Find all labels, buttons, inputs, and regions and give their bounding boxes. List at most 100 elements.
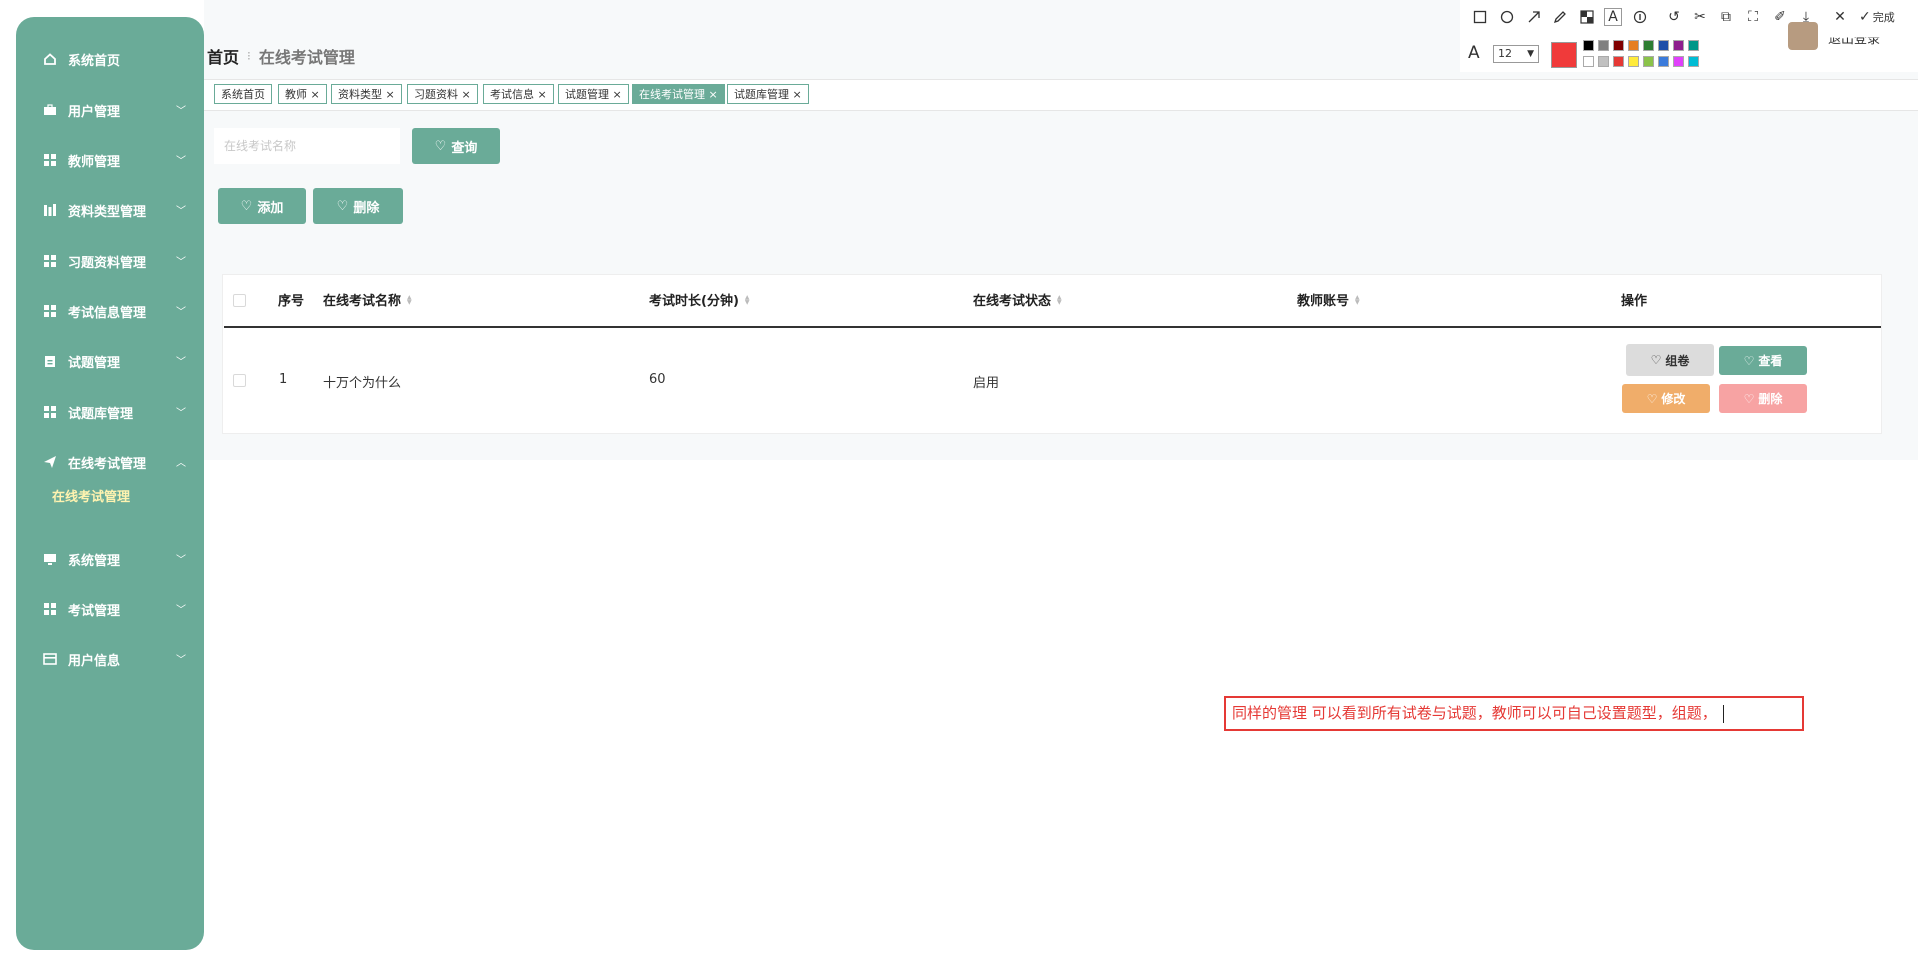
color-swatch[interactable] (1658, 56, 1669, 67)
tag-exercise-material[interactable]: 习题资料 × (407, 84, 478, 104)
text-tool-icon[interactable]: A (1604, 8, 1622, 26)
close-icon[interactable]: × (311, 88, 320, 101)
color-swatch[interactable] (1613, 40, 1624, 51)
chevron-up-icon: ︿ (176, 458, 186, 469)
sidebar-item-teacher-management[interactable]: 教师管理 ﹀ (16, 145, 204, 175)
scissors-icon[interactable]: ✂ (1691, 8, 1709, 26)
annotation-textbox[interactable]: 同样的管理 可以看到所有试卷与试题，教师可以可自己设置题型，组题， (1224, 696, 1804, 731)
number-tool-icon[interactable] (1631, 8, 1649, 26)
sidebar-item-user-management[interactable]: 用户管理 ﹀ (16, 95, 204, 125)
close-icon[interactable]: × (462, 88, 471, 101)
heart-icon: ♡ (434, 138, 447, 154)
arrow-tool-icon[interactable] (1525, 8, 1543, 26)
color-swatch[interactable] (1598, 40, 1609, 51)
grid-icon (43, 405, 57, 419)
tag-label: 教师 (285, 88, 307, 101)
mosaic-tool-icon[interactable] (1578, 8, 1596, 26)
view-button[interactable]: ♡ 查看 (1719, 346, 1807, 375)
delete-button[interactable]: ♡ 删除 (313, 188, 403, 224)
close-icon[interactable]: × (386, 88, 395, 101)
sidebar-item-user-info[interactable]: 用户信息 ﹀ (16, 644, 204, 674)
color-swatch[interactable] (1598, 56, 1609, 67)
header-label: 在线考试名称 (323, 294, 402, 309)
tag-teacher[interactable]: 教师 × (278, 84, 327, 104)
chevron-down-icon: ﹀ (176, 156, 186, 167)
sidebar-subitem-online-exam[interactable]: 在线考试管理 (52, 486, 130, 505)
font-size-select[interactable]: 12 ▼ (1493, 45, 1539, 63)
sort-icon[interactable]: ▲ ▼ (1355, 294, 1360, 305)
color-swatch[interactable] (1613, 56, 1624, 67)
ocr-icon[interactable]: ⛶ (1744, 8, 1762, 26)
cell-status: 启用 (973, 376, 1000, 391)
sidebar-item-label: 用户管理 (68, 104, 121, 120)
color-swatch[interactable] (1628, 56, 1639, 67)
row-checkbox[interactable] (233, 374, 246, 387)
sidebar-item-system-management[interactable]: 系统管理 ﹀ (16, 544, 204, 574)
color-swatch[interactable] (1643, 40, 1654, 51)
tag-exam-info[interactable]: 考试信息 × (483, 84, 554, 104)
color-swatch[interactable] (1583, 56, 1594, 67)
pin-icon[interactable]: ✐ (1771, 8, 1789, 26)
tag-material-type[interactable]: 资料类型 × (331, 84, 402, 104)
color-swatch[interactable] (1673, 40, 1684, 51)
sidebar-item-exercise-material[interactable]: 习题资料管理 ﹀ (16, 246, 204, 276)
row-delete-button[interactable]: ♡ 删除 (1719, 384, 1807, 413)
copy-icon[interactable]: ⧉ (1717, 8, 1735, 26)
sidebar-item-material-type[interactable]: 资料类型管理 ﹀ (16, 195, 204, 225)
edit-button[interactable]: ♡ 修改 (1622, 384, 1710, 413)
color-swatch[interactable] (1688, 40, 1699, 51)
ellipse-tool-icon[interactable] (1498, 8, 1516, 26)
sort-icon[interactable]: ▲ ▼ (1057, 294, 1062, 305)
close-icon[interactable]: × (709, 88, 718, 101)
sidebar-item-label: 考试信息管理 (68, 305, 147, 321)
done-button[interactable]: ✓ 完成 (1859, 8, 1909, 26)
column-header-duration[interactable]: 考试时长(分钟) ▲ ▼ (649, 290, 750, 309)
current-color-swatch[interactable] (1551, 42, 1577, 68)
column-header-name[interactable]: 在线考试名称 ▲ ▼ (323, 290, 412, 309)
search-button[interactable]: ♡ 查询 (412, 128, 500, 164)
sort-icon[interactable]: ▲ ▼ (745, 294, 750, 305)
add-button[interactable]: ♡ 添加 (218, 188, 306, 224)
sidebar-item-home[interactable]: 系统首页 (16, 44, 204, 74)
tag-question-management[interactable]: 试题管理 × (558, 84, 629, 104)
color-swatch[interactable] (1583, 40, 1594, 51)
pencil-tool-icon[interactable] (1551, 8, 1569, 26)
close-icon[interactable]: × (793, 88, 802, 101)
sidebar-item-exam-info[interactable]: 考试信息管理 ﹀ (16, 296, 204, 326)
chevron-down-icon: ﹀ (176, 307, 186, 318)
close-icon[interactable]: × (538, 88, 547, 101)
color-swatch[interactable] (1658, 40, 1669, 51)
tag-home[interactable]: 系统首页 (214, 84, 272, 104)
sidebar-item-online-exam[interactable]: 在线考试管理 ︿ (16, 447, 204, 477)
column-header-teacher[interactable]: 教师账号 ▲ ▼ (1297, 290, 1360, 309)
color-swatch[interactable] (1673, 56, 1684, 67)
sort-icon[interactable]: ▲ ▼ (407, 294, 412, 305)
breadcrumb-home[interactable]: 首页 (207, 44, 239, 68)
card-icon (43, 652, 57, 666)
tag-question-bank[interactable]: 试题库管理 × (727, 84, 809, 104)
sidebar-item-label: 在线考试管理 (68, 456, 147, 472)
header-label: 考试时长(分钟) (649, 294, 739, 309)
compose-paper-button[interactable]: ♡ 组卷 (1626, 344, 1714, 376)
select-all-checkbox[interactable] (233, 294, 246, 307)
header-label: 教师账号 (1297, 294, 1350, 309)
undo-icon[interactable]: ↺ (1665, 8, 1683, 26)
avatar[interactable] (1788, 22, 1818, 50)
column-header-status[interactable]: 在线考试状态 ▲ ▼ (973, 290, 1062, 309)
chevron-down-icon: ﹀ (176, 655, 186, 666)
heart-icon: ♡ (336, 198, 349, 214)
sidebar-item-exam-management[interactable]: 考试管理 ﹀ (16, 594, 204, 624)
color-swatch[interactable] (1628, 40, 1639, 51)
tag-label: 资料类型 (338, 88, 382, 101)
search-input[interactable] (214, 128, 400, 164)
tag-label: 在线考试管理 (639, 88, 705, 101)
chevron-down-icon: ﹀ (176, 605, 186, 616)
sidebar-item-question-bank[interactable]: 试题库管理 ﹀ (16, 397, 204, 427)
tag-online-exam[interactable]: 在线考试管理 × (632, 84, 725, 104)
rectangle-tool-icon[interactable] (1471, 8, 1489, 26)
close-icon[interactable]: × (613, 88, 622, 101)
color-swatch[interactable] (1643, 56, 1654, 67)
color-swatch[interactable] (1688, 56, 1699, 67)
close-icon[interactable]: ✕ (1831, 8, 1849, 26)
sidebar-item-question-management[interactable]: 试题管理 ﹀ (16, 346, 204, 376)
